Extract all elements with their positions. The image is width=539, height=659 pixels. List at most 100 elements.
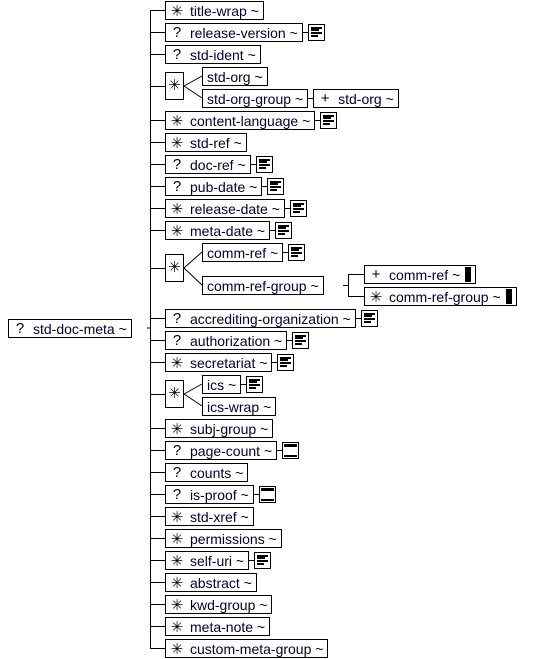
node-row: std-org ~ — [202, 67, 268, 86]
cardinality-icon: + — [371, 266, 381, 283]
node-label: std-org ~ — [207, 68, 263, 85]
node-row: ✳ comm-ref-group ~ — [364, 287, 517, 306]
node-row: ? accrediting-organization ~ — [165, 309, 378, 328]
cardinality-icon: ? — [172, 332, 182, 349]
element-node[interactable]: ✳ content-language ~ — [165, 111, 316, 130]
text-content-icon — [267, 178, 285, 195]
node-row: ✳ permissions ~ — [165, 529, 282, 548]
cardinality-icon: ? — [172, 24, 182, 41]
node-row: ✳ meta-date ~ — [165, 221, 293, 240]
text-content-icon — [255, 156, 273, 173]
node-row: ✳ std-ref ~ — [165, 133, 247, 152]
text-content-icon — [320, 112, 338, 129]
node-label: comm-ref ~ — [389, 266, 461, 283]
cardinality-icon: ✳ — [170, 640, 184, 658]
node-label: title-wrap ~ — [190, 2, 259, 19]
node-label: ics-wrap ~ — [207, 398, 272, 415]
element-node[interactable]: ✳ custom-meta-group ~ — [165, 639, 329, 658]
node-row: ✳ kwd-group ~ — [165, 595, 273, 614]
node-row: ? std-doc-meta ~ — [8, 319, 132, 338]
cardinality-icon: ✳ — [170, 354, 184, 372]
element-node[interactable]: ✳ kwd-group ~ — [165, 595, 273, 614]
element-node[interactable]: ? counts ~ — [165, 463, 249, 482]
element-node[interactable]: ✳ subj-group ~ — [165, 419, 274, 438]
connector-line — [183, 267, 203, 286]
cardinality-icon: ✳ — [170, 222, 184, 240]
node-row: std-org-group ~ + std-org ~ — [202, 89, 399, 108]
node-row: comm-ref ~ — [202, 243, 306, 262]
node-label: ics ~ — [207, 376, 237, 393]
node-row: + comm-ref ~ — [364, 265, 477, 284]
connector-line — [183, 85, 203, 99]
node-label: release-version ~ — [190, 24, 298, 41]
node-label: authorization ~ — [190, 332, 283, 349]
element-node[interactable]: std-org-group ~ — [202, 89, 309, 108]
node-row: ✳ abstract ~ — [165, 573, 257, 592]
element-node[interactable]: ✳ secretariat ~ — [165, 353, 273, 372]
element-node[interactable]: ? doc-ref ~ — [165, 155, 251, 174]
cardinality-icon: ✳ — [170, 508, 184, 526]
node-label: permissions ~ — [190, 530, 277, 547]
node-row: ? pub-date ~ — [165, 177, 285, 196]
element-node[interactable]: ? release-version ~ — [165, 23, 303, 42]
sequence-compositor-icon[interactable]: ✳ — [165, 380, 184, 408]
node-row: ? page-count ~ — [165, 441, 300, 460]
element-node[interactable]: ? accrediting-organization ~ — [165, 309, 356, 328]
cardinality-icon: ✳ — [170, 596, 184, 614]
text-content-icon — [292, 332, 310, 349]
element-node[interactable]: + comm-ref ~ — [364, 265, 477, 284]
element-node[interactable]: ✳ title-wrap ~ — [165, 1, 264, 20]
element-node[interactable]: ? page-count ~ — [165, 441, 278, 460]
root-node[interactable]: ? std-doc-meta ~ — [8, 319, 132, 338]
node-label: accrediting-organization ~ — [190, 310, 351, 327]
cardinality-icon: ✳ — [170, 618, 184, 636]
node-label: release-date ~ — [190, 200, 280, 217]
node-label: std-doc-meta ~ — [33, 320, 127, 337]
cardinality-icon: ? — [172, 464, 182, 481]
element-node[interactable]: ? authorization ~ — [165, 331, 288, 350]
element-node[interactable]: ? std-ident ~ — [165, 45, 261, 64]
element-node[interactable]: ? pub-date ~ — [165, 177, 263, 196]
node-label: std-xref ~ — [190, 508, 249, 525]
element-node[interactable]: ✳ meta-date ~ — [165, 221, 271, 240]
empty-content-icon — [282, 442, 300, 459]
element-node[interactable]: + std-org ~ — [313, 89, 399, 108]
element-node[interactable]: comm-ref-group ~ — [202, 276, 324, 295]
text-content-icon — [289, 200, 307, 217]
element-node[interactable]: ✳ release-date ~ — [165, 199, 285, 218]
node-label: comm-ref-group ~ — [389, 288, 501, 305]
element-node[interactable]: ✳ comm-ref-group ~ — [364, 287, 517, 306]
cardinality-icon: ? — [172, 156, 182, 173]
node-label: std-org-group ~ — [207, 90, 304, 107]
element-node[interactable]: ✳ meta-note ~ — [165, 617, 271, 636]
cardinality-icon: ? — [172, 442, 182, 459]
element-node[interactable]: comm-ref ~ — [202, 243, 284, 262]
element-node[interactable]: ? is-proof ~ — [165, 485, 254, 504]
connector-line — [183, 251, 203, 269]
element-node[interactable]: ✳ std-ref ~ — [165, 133, 247, 152]
text-content-icon — [360, 310, 378, 327]
element-node[interactable]: ✳ std-xref ~ — [165, 507, 254, 526]
node-row: ✳ content-language ~ — [165, 111, 338, 130]
node-label: meta-date ~ — [190, 222, 266, 239]
element-node[interactable]: ics-wrap ~ — [202, 397, 277, 416]
element-node[interactable]: ✳ abstract ~ — [165, 573, 257, 592]
element-node[interactable]: std-org ~ — [202, 67, 268, 86]
content-bar-icon — [505, 289, 512, 304]
node-row: ✳ release-date ~ — [165, 199, 307, 218]
element-node[interactable]: ics ~ — [202, 375, 242, 394]
node-row: ✳ custom-meta-group ~ — [165, 639, 329, 658]
text-content-icon — [288, 244, 306, 261]
sequence-compositor-icon[interactable]: ✳ — [165, 72, 184, 100]
cardinality-icon: ✳ — [170, 112, 184, 130]
node-label: subj-group ~ — [190, 420, 269, 437]
element-node[interactable]: ✳ self-uri ~ — [165, 551, 250, 570]
element-node[interactable]: ✳ permissions ~ — [165, 529, 282, 548]
cardinality-icon: ? — [172, 310, 182, 327]
node-row: ? is-proof ~ — [165, 485, 276, 504]
node-label: is-proof ~ — [190, 486, 249, 503]
cardinality-icon: ✳ — [170, 552, 184, 570]
node-row: ✳ secretariat ~ — [165, 353, 295, 372]
sequence-compositor-icon[interactable]: ✳ — [165, 254, 184, 282]
cardinality-icon: ? — [15, 320, 25, 337]
